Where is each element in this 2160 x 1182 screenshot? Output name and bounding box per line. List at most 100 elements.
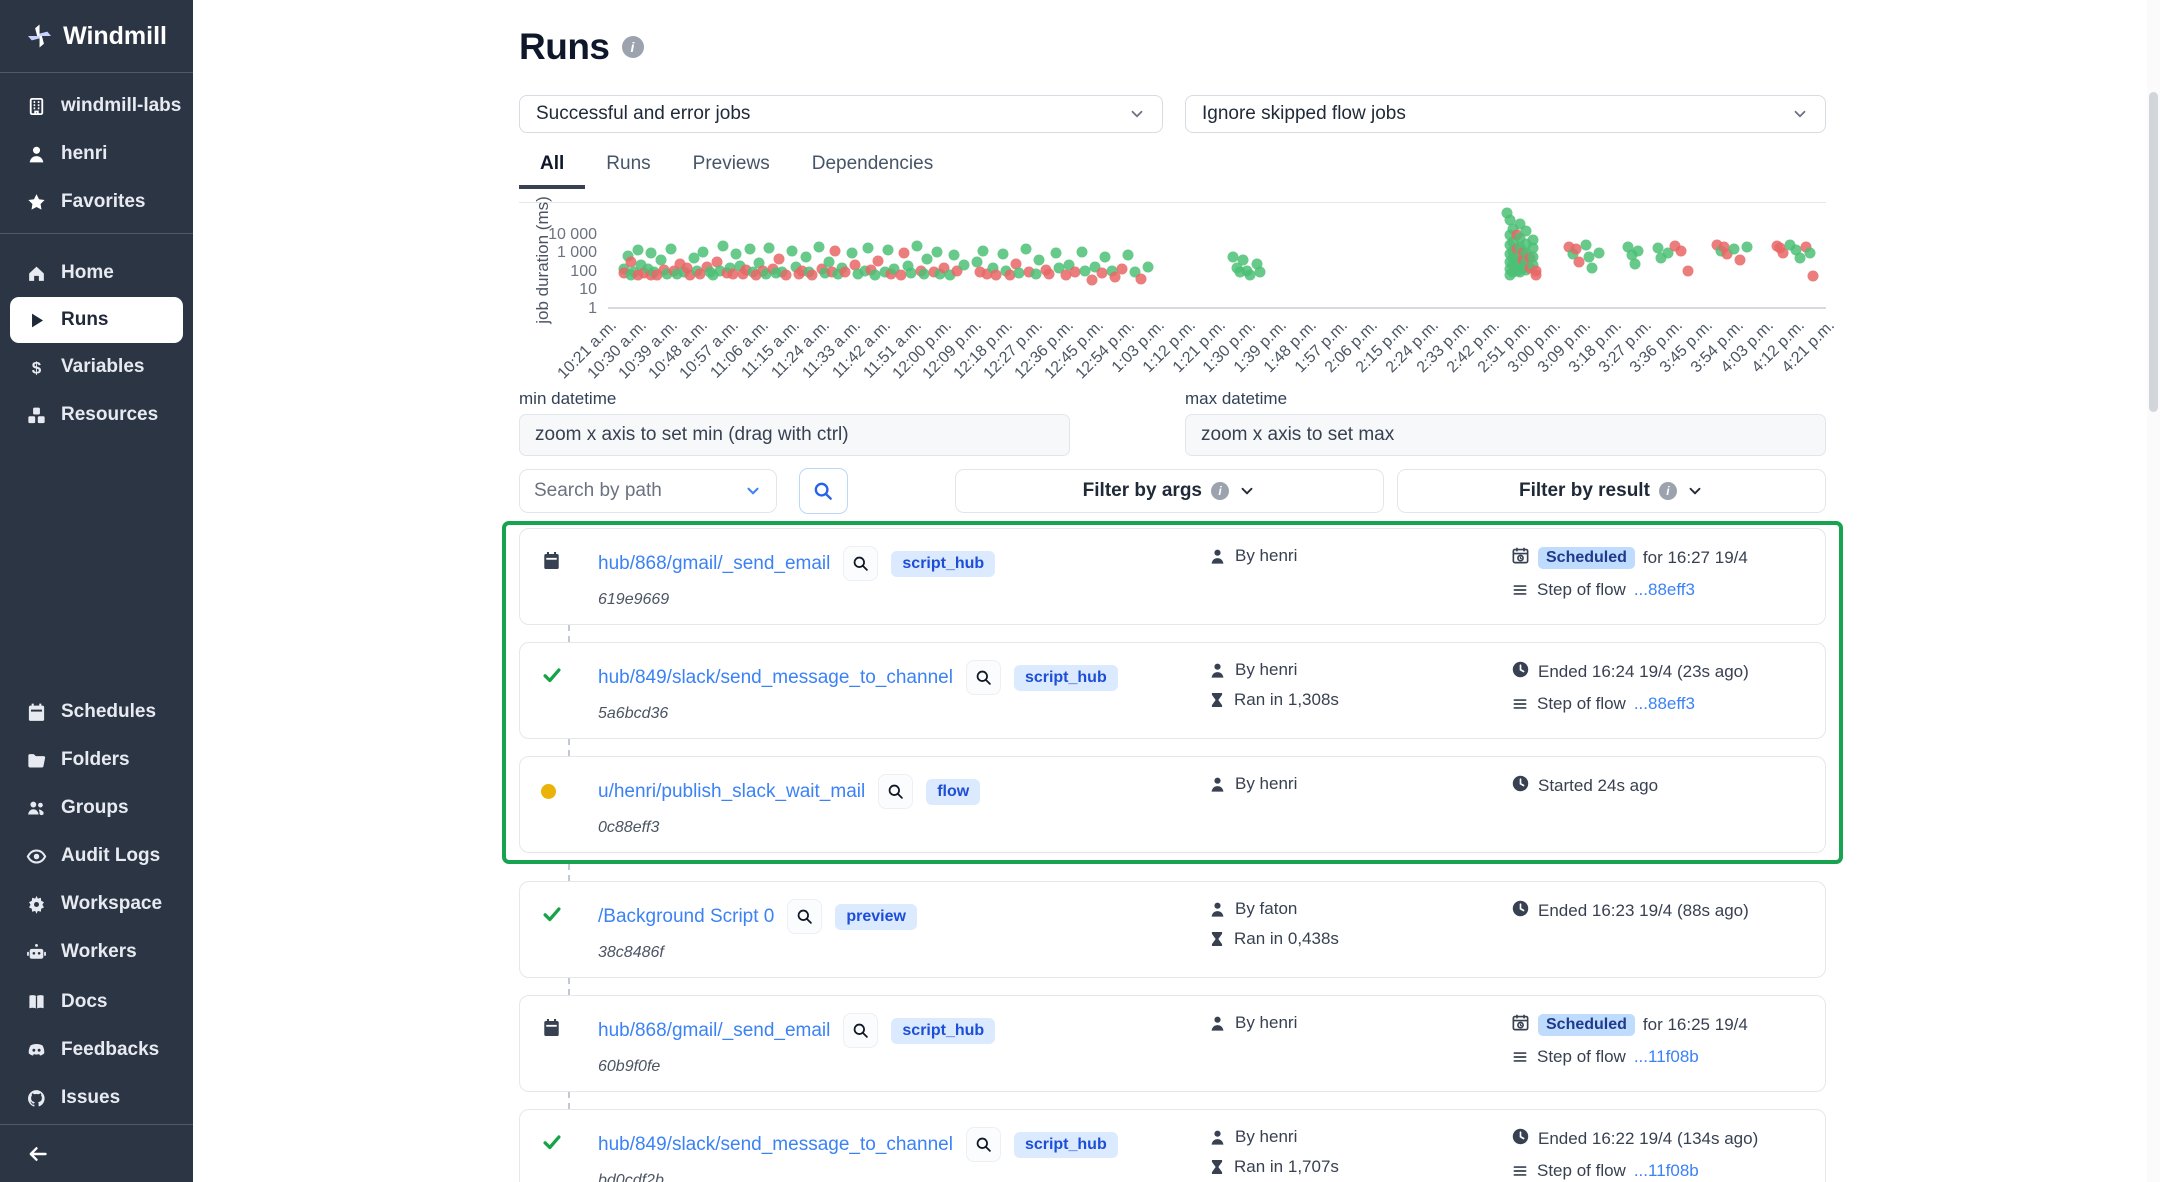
search-by-path-placeholder: Search by path	[534, 480, 662, 502]
calendar-icon	[26, 702, 47, 723]
sidebar-item-workspace[interactable]: Workspace	[0, 880, 193, 928]
sidebar-item-user[interactable]: henri	[0, 130, 193, 178]
run-search-button[interactable]	[843, 1013, 878, 1048]
run-search-button[interactable]	[966, 660, 1001, 695]
scheduled-badge: Scheduled	[1538, 547, 1635, 569]
sidebar-item-folders[interactable]: Folders	[0, 736, 193, 784]
search-button[interactable]	[799, 468, 848, 514]
run-search-button[interactable]	[843, 546, 878, 581]
run-path-link[interactable]: hub/849/slack/send_message_to_channel	[598, 667, 953, 689]
search-icon	[795, 907, 814, 926]
info-icon[interactable]: i	[622, 36, 644, 58]
y-tick-label: 100	[570, 263, 597, 281]
tab-previews[interactable]: Previews	[672, 147, 791, 189]
scatter-point	[1142, 262, 1153, 273]
info-icon: i	[1659, 482, 1677, 500]
sidebar-item-runs[interactable]: Runs	[10, 297, 183, 343]
sidebar-item-workers[interactable]: Workers	[0, 928, 193, 976]
scatter-point	[872, 255, 883, 266]
tab-runs[interactable]: Runs	[585, 147, 671, 189]
search-by-path-select[interactable]: Search by path	[519, 469, 777, 513]
run-row[interactable]: hub/868/gmail/_send_email script_hub 619…	[519, 528, 1826, 625]
filter-by-result-button[interactable]: Filter by result i	[1397, 469, 1826, 513]
run-row[interactable]: hub/868/gmail/_send_email script_hub 60b…	[519, 995, 1826, 1092]
run-row[interactable]: u/henri/publish_slack_wait_mail flow 0c8…	[519, 756, 1826, 853]
svg-text:$: $	[32, 358, 42, 377]
sidebar-item-issues[interactable]: Issues	[0, 1074, 193, 1122]
chevron-down-icon	[1686, 482, 1704, 500]
run-path-link[interactable]: hub/849/slack/send_message_to_channel	[598, 1134, 953, 1156]
scatter-point	[1021, 244, 1032, 255]
chart-plot-area[interactable]	[608, 210, 1826, 309]
min-datetime-input[interactable]	[519, 414, 1070, 456]
eye-icon	[26, 846, 47, 867]
scatter-point	[1123, 250, 1134, 261]
job-kind-badge: script_hub	[891, 1018, 995, 1044]
scatter-point	[1050, 248, 1061, 259]
flow-link[interactable]: ...11f08b	[1634, 1161, 1699, 1181]
run-path-link[interactable]: /Background Script 0	[598, 906, 774, 928]
app-logo[interactable]: Windmill	[0, 0, 193, 72]
job-kind-select[interactable]: Successful and error jobs	[519, 95, 1163, 133]
run-path-link[interactable]: u/henri/publish_slack_wait_mail	[598, 781, 865, 803]
star-icon	[26, 192, 47, 213]
folder-icon	[26, 750, 47, 771]
run-row[interactable]: hub/849/slack/send_message_to_channel sc…	[519, 642, 1826, 739]
run-path-link[interactable]: hub/868/gmail/_send_email	[598, 553, 830, 575]
job-kind-badge: script_hub	[891, 551, 995, 577]
scatter-point	[1034, 254, 1045, 265]
sidebar-item-feedbacks[interactable]: Feedbacks	[0, 1026, 193, 1074]
sidebar-item-home[interactable]: Home	[0, 249, 193, 297]
scatter-point	[863, 243, 874, 254]
job-duration-chart[interactable]: job duration (ms) 10 0001 000100101 10:2…	[519, 202, 1826, 383]
run-search-button[interactable]	[966, 1127, 1001, 1162]
run-id: 5a6bcd36	[598, 705, 1208, 723]
row-connector	[568, 978, 570, 995]
flow-link[interactable]: ...11f08b	[1634, 1047, 1699, 1067]
run-search-button[interactable]	[787, 899, 822, 934]
run-row[interactable]: hub/849/slack/send_message_to_channel sc…	[519, 1109, 1826, 1182]
sidebar-item-favorites[interactable]: Favorites	[0, 178, 193, 226]
collapse-sidebar-arrow-icon[interactable]	[26, 1142, 50, 1166]
tab-dependencies[interactable]: Dependencies	[791, 147, 954, 189]
run-status-text: Ended 16:23 19/4 (88s ago)	[1538, 901, 1749, 921]
hourglass-icon	[1208, 691, 1226, 709]
sidebar-item-variables[interactable]: $Variables	[0, 343, 193, 391]
user-name: henri	[61, 143, 107, 165]
sidebar-item-resources[interactable]: Resources	[0, 391, 193, 439]
scatter-point	[665, 243, 676, 254]
robot-icon	[26, 942, 47, 963]
run-id: 38c8486f	[598, 944, 1208, 962]
sidebar-item-docs[interactable]: Docs	[0, 978, 193, 1026]
skipped-flow-select[interactable]: Ignore skipped flow jobs	[1185, 95, 1826, 133]
run-row[interactable]: /Background Script 0 preview 38c8486f By…	[519, 881, 1826, 978]
run-path-link[interactable]: hub/868/gmail/_send_email	[598, 1020, 830, 1042]
person-icon	[1208, 661, 1227, 680]
flow-link[interactable]: ...88eff3	[1634, 580, 1695, 600]
scatter-point	[774, 254, 785, 265]
max-datetime-input[interactable]	[1185, 414, 1826, 456]
flow-link[interactable]: ...88eff3	[1634, 694, 1695, 714]
sidebar-item-workspace[interactable]: windmill-labs	[0, 82, 193, 130]
scrollbar-thumb[interactable]	[2149, 92, 2158, 412]
scatter-point	[922, 253, 933, 264]
job-kind-select-value: Successful and error jobs	[536, 103, 750, 125]
scatter-point	[912, 240, 923, 251]
sidebar-item-groups[interactable]: Groups	[0, 784, 193, 832]
workspace-name: windmill-labs	[61, 95, 181, 117]
clock-icon	[1511, 1127, 1530, 1151]
dollar-icon: $	[26, 357, 47, 378]
scatter-point	[1086, 275, 1097, 286]
scatter-point	[718, 241, 729, 252]
sidebar-item-schedules[interactable]: Schedules	[0, 688, 193, 736]
person-icon	[1208, 775, 1227, 794]
search-icon	[851, 1021, 870, 1040]
scatter-point	[830, 245, 841, 256]
sidebar: Windmill windmill-labs henri Favorites H…	[0, 0, 193, 1182]
run-search-button[interactable]	[878, 774, 913, 809]
calendar-clock-icon	[1511, 1013, 1530, 1037]
sidebar-item-audit-logs[interactable]: Audit Logs	[0, 832, 193, 880]
scrollbar-track[interactable]	[2147, 0, 2160, 1182]
job-kind-badge: script_hub	[1014, 1132, 1118, 1158]
filter-by-args-button[interactable]: Filter by args i	[955, 469, 1384, 513]
